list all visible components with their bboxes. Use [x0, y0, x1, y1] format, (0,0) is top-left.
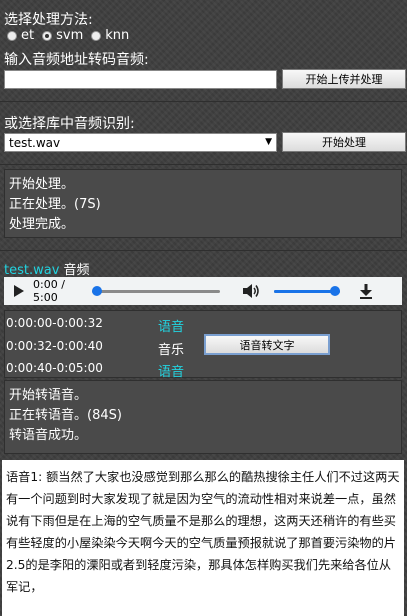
log-line: 正在转语音。(84S)	[9, 408, 122, 423]
audio-suffix: 音频	[59, 263, 90, 278]
radio-svm[interactable]	[42, 30, 53, 41]
log-line: 转语音成功。	[9, 428, 88, 443]
radio-label-et: et	[21, 28, 35, 43]
log-line: 开始转语音。	[9, 388, 88, 403]
start-process-button[interactable]: 开始处理	[282, 132, 406, 152]
audio-header: test.wav 音频	[4, 259, 90, 278]
method-radio-group: et svm knn	[7, 28, 129, 43]
speech-log: 开始转语音。 正在转语音。(84S) 转语音成功。	[4, 380, 402, 454]
upload-process-button[interactable]: 开始上传并处理	[282, 69, 406, 89]
volume-icon[interactable]	[242, 283, 260, 299]
method-title: 选择处理方法:	[4, 12, 93, 28]
divider	[0, 101, 407, 102]
volume-slider[interactable]	[274, 285, 340, 297]
volume-knob[interactable]	[330, 286, 340, 296]
process-log: 开始处理。 正在处理。(7S) 处理完成。	[4, 169, 402, 238]
segment-range: 0:00:40-0:05:00	[6, 361, 103, 375]
audio-filename: test.wav	[4, 263, 60, 278]
divider	[0, 250, 407, 251]
log-line: 开始处理。	[9, 177, 75, 192]
radio-et[interactable]	[7, 30, 17, 41]
library-select[interactable]: test.wav ▼	[4, 133, 277, 152]
segment-type: 语音	[158, 365, 185, 380]
segment-range: 0:00:00-0:00:32	[6, 316, 103, 330]
transcript-text: 语音1: 额当然了大家也没感觉到那么那么的酷热搜徐主任人们不过这两天有一个问题到…	[6, 470, 400, 594]
radio-label-knn: knn	[105, 28, 130, 43]
segment-type: 音乐	[158, 343, 185, 358]
radio-label-svm: svm	[56, 28, 84, 43]
upload-title: 输入音频地址转码音频:	[4, 52, 149, 68]
audio-seek-bar[interactable]	[92, 285, 220, 297]
speech-to-text-button[interactable]: 语音转文字	[204, 334, 330, 355]
audio-url-input[interactable]	[4, 70, 277, 89]
audio-player: 0:00 / 5:00	[4, 277, 402, 305]
chevron-down-icon: ▼	[265, 137, 272, 147]
log-line: 处理完成。	[9, 217, 75, 232]
transcript-panel: 语音1: 额当然了大家也没感觉到那么那么的酷热搜徐主任人们不过这两天有一个问题到…	[2, 460, 404, 616]
play-icon[interactable]	[13, 284, 25, 298]
segment-range: 0:00:32-0:00:40	[6, 339, 103, 353]
segment-type: 语音	[158, 320, 185, 335]
radio-knn[interactable]	[91, 30, 102, 41]
seek-knob[interactable]	[92, 286, 102, 296]
library-title: 或选择库中音频识别:	[4, 116, 135, 132]
log-line: 正在处理。(7S)	[9, 197, 101, 212]
download-icon[interactable]	[359, 283, 373, 299]
library-select-value: test.wav	[9, 135, 61, 150]
audio-time: 0:00 / 5:00	[33, 278, 65, 304]
divider	[0, 164, 407, 165]
